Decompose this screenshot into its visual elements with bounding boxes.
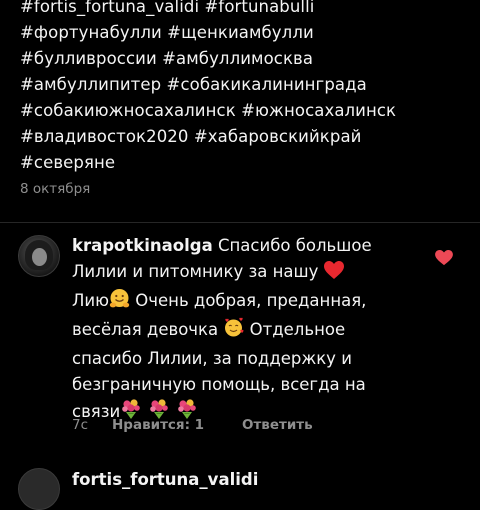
comment-line: Лию Очень добрая, преданная,	[72, 288, 427, 317]
caption-line[interactable]: #fortis_fortuna_validi #fortunabulli	[20, 0, 470, 20]
post-date: 8 октября	[20, 181, 91, 197]
comment-username[interactable]: krapotkinaolga	[72, 236, 213, 255]
avatar-face	[32, 248, 47, 266]
caption-line[interactable]: #фортунабулли #щенкиамбулли	[20, 20, 470, 46]
divider	[0, 222, 480, 223]
avatar[interactable]	[18, 235, 60, 277]
heart-icon[interactable]	[435, 250, 455, 270]
caption-line[interactable]: #амбуллипитер #собакикалининграда	[20, 72, 470, 98]
comment-line: Лилии и питомнику за нашу	[72, 259, 427, 288]
comment-line: krapotkinaolga Спасибо большое	[72, 233, 427, 259]
comment-time: 7с	[72, 417, 89, 433]
comment-text: Лилии и питомнику за нашу	[72, 262, 324, 281]
comment-line: весёлая девочка Отдельное	[72, 317, 427, 346]
post-caption: #fortis_fortuna_validi #fortunabulli #фо…	[20, 0, 470, 176]
red-heart-icon	[323, 261, 344, 288]
avatar[interactable]	[18, 468, 60, 510]
comment-meta: 7с Нравится: 1 Ответить	[72, 417, 313, 433]
caption-line[interactable]: #северяне	[20, 150, 470, 176]
comment-text: весёлая девочка	[72, 320, 224, 339]
smiling-face-with-hearts-icon	[223, 317, 244, 346]
comment-line: безграничную помощь, всегда на	[72, 375, 366, 394]
comment-text: Лию	[72, 291, 110, 310]
comment-body: krapotkinaolga Спасибо большое Лилии и п…	[72, 233, 427, 428]
comment-text: Очень добрая, преданная,	[130, 291, 367, 310]
caption-line[interactable]: #собакиюжносахалинск #южносахалинск	[20, 98, 470, 124]
likes-count-button[interactable]: Нравится: 1	[112, 417, 242, 433]
caption-line[interactable]: #булливроссии #амбуллимосква	[20, 46, 470, 72]
comment-line: спасибо Лилии, за поддержку и	[72, 349, 352, 368]
hugging-face-icon	[109, 288, 130, 317]
comment-text: Спасибо большое	[217, 236, 372, 255]
caption-line[interactable]: #владивосток2020 #хабаровскийкрай	[20, 124, 470, 150]
reply-button[interactable]: Ответить	[242, 417, 313, 433]
comment-text: Отдельное	[244, 320, 346, 339]
